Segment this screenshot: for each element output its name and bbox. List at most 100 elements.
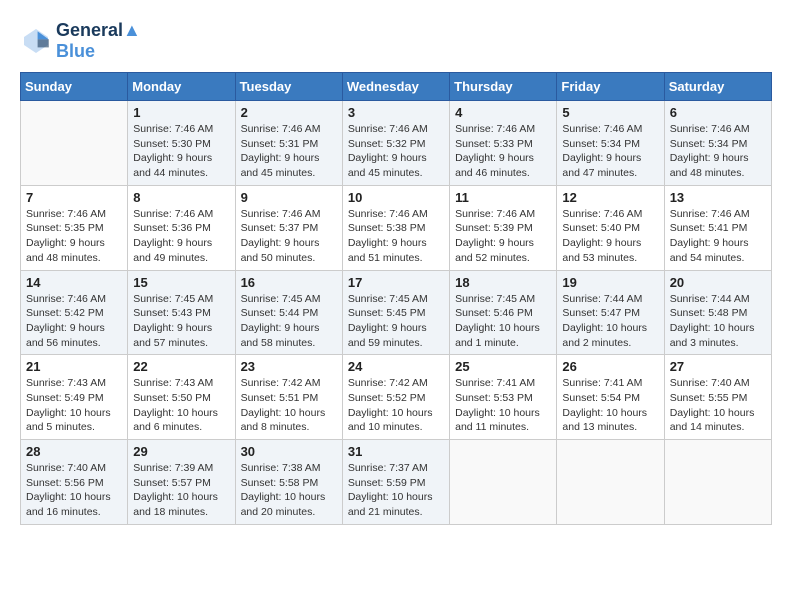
day-info: Sunrise: 7:46 AM Sunset: 5:34 PM Dayligh… <box>670 122 766 181</box>
day-info: Sunrise: 7:46 AM Sunset: 5:38 PM Dayligh… <box>348 207 444 266</box>
day-info: Sunrise: 7:39 AM Sunset: 5:57 PM Dayligh… <box>133 461 229 520</box>
day-info: Sunrise: 7:45 AM Sunset: 5:45 PM Dayligh… <box>348 292 444 351</box>
day-number: 5 <box>562 105 658 120</box>
day-number: 22 <box>133 359 229 374</box>
day-info: Sunrise: 7:44 AM Sunset: 5:48 PM Dayligh… <box>670 292 766 351</box>
day-number: 16 <box>241 275 337 290</box>
calendar-cell: 11 Sunrise: 7:46 AM Sunset: 5:39 PM Dayli… <box>450 185 557 270</box>
weekday-header-thursday: Thursday <box>450 73 557 101</box>
logo-text: General▲ Blue <box>56 20 141 62</box>
day-info: Sunrise: 7:42 AM Sunset: 5:51 PM Dayligh… <box>241 376 337 435</box>
weekday-header-tuesday: Tuesday <box>235 73 342 101</box>
day-info: Sunrise: 7:46 AM Sunset: 5:32 PM Dayligh… <box>348 122 444 181</box>
day-info: Sunrise: 7:46 AM Sunset: 5:41 PM Dayligh… <box>670 207 766 266</box>
day-number: 21 <box>26 359 122 374</box>
weekday-header-wednesday: Wednesday <box>342 73 449 101</box>
day-number: 10 <box>348 190 444 205</box>
page-header: General▲ Blue <box>20 20 772 62</box>
logo-icon <box>20 25 52 57</box>
day-info: Sunrise: 7:43 AM Sunset: 5:49 PM Dayligh… <box>26 376 122 435</box>
calendar-cell: 2Sunrise: 7:46 AM Sunset: 5:31 PM Daylig… <box>235 101 342 186</box>
day-info: Sunrise: 7:45 AM Sunset: 5:43 PM Dayligh… <box>133 292 229 351</box>
calendar-cell: 17 Sunrise: 7:45 AM Sunset: 5:45 PM Dayli… <box>342 270 449 355</box>
day-number: 7 <box>26 190 122 205</box>
calendar-cell: 28 Sunrise: 7:40 AM Sunset: 5:56 PM Dayli… <box>21 440 128 525</box>
day-number: 3 <box>348 105 444 120</box>
calendar-cell <box>664 440 771 525</box>
weekday-header-sunday: Sunday <box>21 73 128 101</box>
day-number: 29 <box>133 444 229 459</box>
day-number: 20 <box>670 275 766 290</box>
day-info: Sunrise: 7:40 AM Sunset: 5:55 PM Dayligh… <box>670 376 766 435</box>
day-number: 31 <box>348 444 444 459</box>
calendar-cell: 26 Sunrise: 7:41 AM Sunset: 5:54 PM Dayli… <box>557 355 664 440</box>
weekday-header-saturday: Saturday <box>664 73 771 101</box>
calendar-week-row: 28 Sunrise: 7:40 AM Sunset: 5:56 PM Dayli… <box>21 440 772 525</box>
day-info: Sunrise: 7:37 AM Sunset: 5:59 PM Dayligh… <box>348 461 444 520</box>
calendar-week-row: 21 Sunrise: 7:43 AM Sunset: 5:49 PM Dayli… <box>21 355 772 440</box>
day-info: Sunrise: 7:42 AM Sunset: 5:52 PM Dayligh… <box>348 376 444 435</box>
calendar-cell: 15 Sunrise: 7:45 AM Sunset: 5:43 PM Dayli… <box>128 270 235 355</box>
calendar-table: SundayMondayTuesdayWednesdayThursdayFrid… <box>20 72 772 525</box>
day-info: Sunrise: 7:46 AM Sunset: 5:39 PM Dayligh… <box>455 207 551 266</box>
day-info: Sunrise: 7:46 AM Sunset: 5:34 PM Dayligh… <box>562 122 658 181</box>
day-number: 25 <box>455 359 551 374</box>
calendar-cell: 4Sunrise: 7:46 AM Sunset: 5:33 PM Daylig… <box>450 101 557 186</box>
day-info: Sunrise: 7:41 AM Sunset: 5:53 PM Dayligh… <box>455 376 551 435</box>
calendar-cell: 12 Sunrise: 7:46 AM Sunset: 5:40 PM Dayli… <box>557 185 664 270</box>
day-number: 13 <box>670 190 766 205</box>
day-info: Sunrise: 7:46 AM Sunset: 5:36 PM Dayligh… <box>133 207 229 266</box>
day-number: 2 <box>241 105 337 120</box>
calendar-cell: 29 Sunrise: 7:39 AM Sunset: 5:57 PM Dayli… <box>128 440 235 525</box>
day-info: Sunrise: 7:46 AM Sunset: 5:40 PM Dayligh… <box>562 207 658 266</box>
day-number: 15 <box>133 275 229 290</box>
calendar-cell: 3 Sunrise: 7:46 AM Sunset: 5:32 PM Daylig… <box>342 101 449 186</box>
day-info: Sunrise: 7:44 AM Sunset: 5:47 PM Dayligh… <box>562 292 658 351</box>
day-number: 6 <box>670 105 766 120</box>
calendar-week-row: 1Sunrise: 7:46 AM Sunset: 5:30 PM Daylig… <box>21 101 772 186</box>
weekday-header-monday: Monday <box>128 73 235 101</box>
calendar-cell: 6 Sunrise: 7:46 AM Sunset: 5:34 PM Daylig… <box>664 101 771 186</box>
weekday-header-friday: Friday <box>557 73 664 101</box>
calendar-cell <box>557 440 664 525</box>
calendar-cell: 25 Sunrise: 7:41 AM Sunset: 5:53 PM Dayli… <box>450 355 557 440</box>
day-number: 17 <box>348 275 444 290</box>
calendar-cell: 9Sunrise: 7:46 AM Sunset: 5:37 PM Daylig… <box>235 185 342 270</box>
weekday-header-row: SundayMondayTuesdayWednesdayThursdayFrid… <box>21 73 772 101</box>
day-info: Sunrise: 7:45 AM Sunset: 5:46 PM Dayligh… <box>455 292 551 351</box>
day-number: 18 <box>455 275 551 290</box>
day-info: Sunrise: 7:41 AM Sunset: 5:54 PM Dayligh… <box>562 376 658 435</box>
calendar-cell: 30Sunrise: 7:38 AM Sunset: 5:58 PM Dayli… <box>235 440 342 525</box>
day-number: 12 <box>562 190 658 205</box>
calendar-cell <box>21 101 128 186</box>
day-number: 30 <box>241 444 337 459</box>
calendar-cell: 7Sunrise: 7:46 AM Sunset: 5:35 PM Daylig… <box>21 185 128 270</box>
calendar-cell: 10 Sunrise: 7:46 AM Sunset: 5:38 PM Dayli… <box>342 185 449 270</box>
calendar-week-row: 7Sunrise: 7:46 AM Sunset: 5:35 PM Daylig… <box>21 185 772 270</box>
day-number: 19 <box>562 275 658 290</box>
calendar-cell: 24Sunrise: 7:42 AM Sunset: 5:52 PM Dayli… <box>342 355 449 440</box>
day-number: 23 <box>241 359 337 374</box>
day-info: Sunrise: 7:40 AM Sunset: 5:56 PM Dayligh… <box>26 461 122 520</box>
calendar-cell: 31 Sunrise: 7:37 AM Sunset: 5:59 PM Dayli… <box>342 440 449 525</box>
day-number: 11 <box>455 190 551 205</box>
day-number: 28 <box>26 444 122 459</box>
day-number: 26 <box>562 359 658 374</box>
day-number: 14 <box>26 275 122 290</box>
calendar-cell: 1Sunrise: 7:46 AM Sunset: 5:30 PM Daylig… <box>128 101 235 186</box>
calendar-cell: 8 Sunrise: 7:46 AM Sunset: 5:36 PM Daylig… <box>128 185 235 270</box>
calendar-cell <box>450 440 557 525</box>
day-number: 27 <box>670 359 766 374</box>
day-info: Sunrise: 7:46 AM Sunset: 5:42 PM Dayligh… <box>26 292 122 351</box>
calendar-week-row: 14 Sunrise: 7:46 AM Sunset: 5:42 PM Dayli… <box>21 270 772 355</box>
calendar-body: 1Sunrise: 7:46 AM Sunset: 5:30 PM Daylig… <box>21 101 772 525</box>
calendar-cell: 18 Sunrise: 7:45 AM Sunset: 5:46 PM Dayli… <box>450 270 557 355</box>
day-number: 8 <box>133 190 229 205</box>
day-info: Sunrise: 7:43 AM Sunset: 5:50 PM Dayligh… <box>133 376 229 435</box>
day-info: Sunrise: 7:46 AM Sunset: 5:33 PM Dayligh… <box>455 122 551 181</box>
calendar-cell: 13 Sunrise: 7:46 AM Sunset: 5:41 PM Dayli… <box>664 185 771 270</box>
calendar-cell: 27 Sunrise: 7:40 AM Sunset: 5:55 PM Dayli… <box>664 355 771 440</box>
logo: General▲ Blue <box>20 20 141 62</box>
calendar-cell: 23 Sunrise: 7:42 AM Sunset: 5:51 PM Dayli… <box>235 355 342 440</box>
calendar-cell: 22 Sunrise: 7:43 AM Sunset: 5:50 PM Dayli… <box>128 355 235 440</box>
